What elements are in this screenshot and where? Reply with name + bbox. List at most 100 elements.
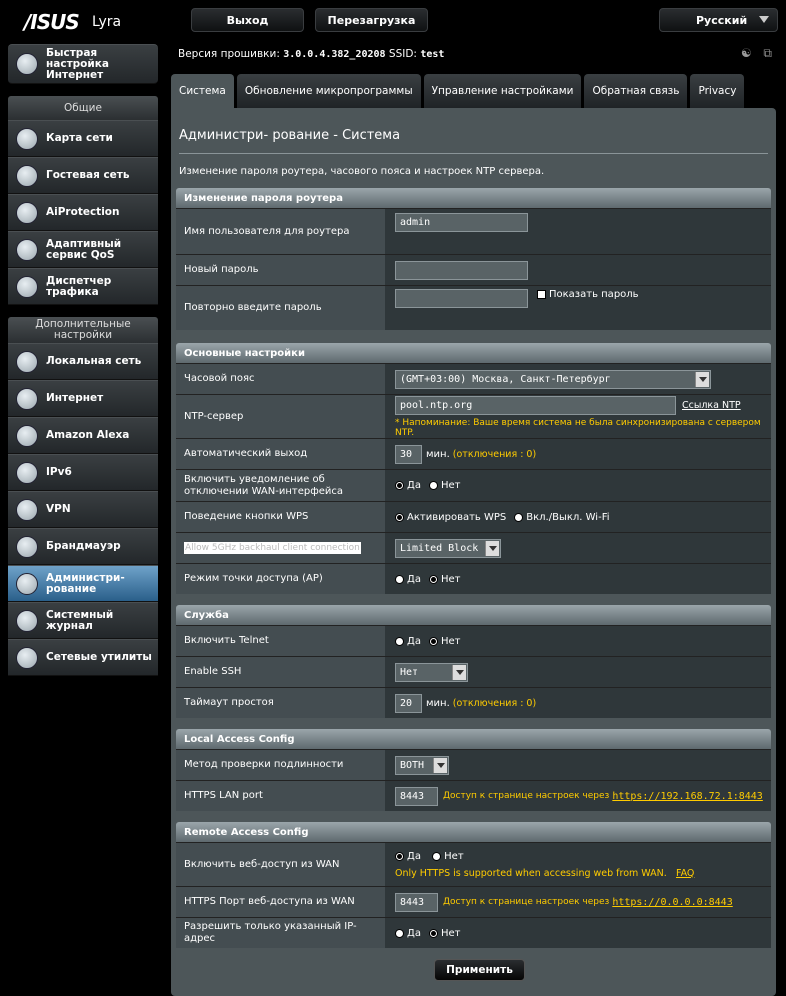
- reboot-button[interactable]: Перезагрузка: [315, 8, 428, 32]
- sidebar-item-traffic-analyzer[interactable]: Диспетчер трафика: [8, 268, 158, 305]
- chevron-down-icon: [452, 664, 466, 680]
- radio-label: Да: [407, 480, 421, 491]
- sidebar-item-label: VPN: [46, 503, 71, 515]
- show-password-label: Показать пароль: [549, 289, 639, 300]
- ap-mode-no-radio[interactable]: Нет: [428, 574, 460, 585]
- wan-port-input[interactable]: 8443: [395, 892, 438, 912]
- speedometer-icon: [16, 238, 38, 261]
- sidebar-item-firewall[interactable]: Брандмауэр: [8, 528, 158, 565]
- tab-system[interactable]: Система: [171, 74, 234, 108]
- sidebar-item-ipv6[interactable]: IPv6: [8, 454, 158, 491]
- sidebar-item-lan[interactable]: Локальная сеть: [8, 343, 158, 380]
- ip-restrict-no-radio[interactable]: Нет: [428, 928, 460, 939]
- radio-label: Нет: [440, 480, 461, 491]
- repeat-password-row: Повторно введите пароль Показать пароль: [176, 285, 771, 330]
- top-bar: /ISUS Lyra Выход Перезагрузка Русский: [0, 0, 786, 38]
- wan-access-yes-radio[interactable]: Да: [395, 851, 421, 862]
- ipv6-icon: [16, 461, 38, 484]
- show-password-checkbox[interactable]: Показать пароль: [537, 289, 639, 300]
- gauge-icon: [16, 275, 38, 298]
- new-password-label: Новый пароль: [176, 255, 385, 285]
- sidebar-item-administration[interactable]: Администри- рование: [8, 565, 158, 602]
- wan-access-label: Включить веб-доступ из WAN: [176, 843, 385, 886]
- username-input[interactable]: admin: [395, 213, 528, 232]
- timezone-select[interactable]: (GMT+03:00) Москва, Санкт-Петербург: [395, 369, 711, 389]
- https-lan-port-input[interactable]: 8443: [395, 786, 438, 806]
- faq-link[interactable]: FAQ: [676, 868, 694, 879]
- wan-notify-yes-radio[interactable]: Да: [395, 480, 421, 491]
- gear-icon: [16, 646, 38, 669]
- users-icon[interactable]: ☯: [741, 46, 752, 60]
- radio-dot[interactable]: [428, 481, 438, 490]
- sidebar-item-quick-setup[interactable]: Быстрая настройка Интернет: [8, 44, 158, 84]
- sidebar-item-system-log[interactable]: Системный журнал: [8, 602, 158, 639]
- lock-icon: [16, 201, 38, 224]
- admin-icon: [16, 572, 38, 595]
- sidebar-item-alexa[interactable]: Amazon Alexa: [8, 417, 158, 454]
- radio-dot[interactable]: [395, 481, 404, 490]
- idle-timeout-input[interactable]: 20: [395, 693, 422, 713]
- telnet-yes-radio[interactable]: Да: [395, 636, 421, 647]
- sidebar-item-internet[interactable]: Интернет: [8, 380, 158, 417]
- radio-dot[interactable]: [428, 574, 438, 584]
- ip-restrict-yes-radio[interactable]: Да: [395, 928, 421, 939]
- apply-button[interactable]: Применить: [434, 959, 525, 981]
- tab-feedback[interactable]: Обратная связь: [584, 74, 688, 108]
- sidebar-item-vpn[interactable]: VPN: [8, 491, 158, 528]
- chevron-down-icon: [695, 371, 709, 387]
- firewall-icon: [16, 535, 38, 558]
- radio-dot[interactable]: [428, 636, 438, 646]
- sidebar-section-general: Общие: [8, 96, 158, 120]
- settings-panel: Администри- рование - Система Изменение …: [171, 108, 776, 996]
- ssh-label: Enable SSH: [176, 657, 385, 687]
- language-label: Русский: [696, 13, 748, 27]
- username-row: Имя пользователя для роутера admin: [176, 208, 771, 254]
- wps-activate-radio[interactable]: Активировать WPS: [395, 512, 506, 523]
- auth-method-select[interactable]: BOTH: [395, 755, 449, 775]
- ntp-link[interactable]: Ссылка NTP: [682, 400, 741, 411]
- https-lan-link[interactable]: https://192.168.72.1:8443: [612, 791, 763, 802]
- radio-dot[interactable]: [395, 851, 404, 861]
- ap-mode-label: Режим точки доступа (AP): [176, 564, 385, 594]
- radio-dot[interactable]: [428, 928, 438, 938]
- tab-privacy[interactable]: Privacy: [690, 74, 745, 108]
- copy-icon[interactable]: ⧉: [763, 46, 772, 60]
- tab-settings-management[interactable]: Управление настройками: [423, 74, 582, 108]
- logout-button[interactable]: Выход: [191, 8, 304, 32]
- repeat-password-label: Повторно введите пароль: [176, 286, 385, 330]
- radio-dot[interactable]: [514, 512, 524, 522]
- sidebar-item-qos[interactable]: Адаптивный сервис QoS: [8, 231, 158, 268]
- wan-port-link[interactable]: https://0.0.0.0:8443: [612, 897, 732, 908]
- wan-access-no-radio[interactable]: Нет: [432, 851, 464, 862]
- main-content: Версия прошивки: 3.0.0.4.382_20208 SSID:…: [166, 38, 786, 996]
- backhaul-select[interactable]: Limited Block: [395, 538, 501, 558]
- radio-dot[interactable]: [395, 636, 404, 646]
- sidebar-item-network-tools[interactable]: Сетевые утилиты: [8, 639, 158, 676]
- ssid-value: test: [420, 49, 445, 60]
- auto-logout-input[interactable]: 30: [395, 444, 422, 464]
- ssh-select[interactable]: Нет: [395, 662, 468, 682]
- new-password-input[interactable]: [395, 260, 528, 280]
- radio-dot[interactable]: [395, 512, 404, 522]
- tab-firmware-upgrade[interactable]: Обновление микропрограммы: [236, 74, 421, 108]
- ssid-label: SSID:: [388, 48, 417, 60]
- wps-wifi-toggle-radio[interactable]: Вкл./Выкл. Wi-Fi: [514, 512, 610, 523]
- sidebar-item-label: Карта сети: [46, 132, 113, 144]
- telnet-no-radio[interactable]: Нет: [428, 636, 460, 647]
- vpn-icon: [16, 498, 38, 521]
- wan-notify-no-radio[interactable]: Нет: [428, 480, 461, 491]
- radio-dot[interactable]: [395, 574, 404, 584]
- sidebar-item-network-map[interactable]: Карта сети: [8, 120, 158, 157]
- ntp-input[interactable]: pool.ntp.org: [395, 395, 676, 415]
- sidebar-item-aiprotection[interactable]: AiProtection: [8, 194, 158, 231]
- repeat-password-input[interactable]: [395, 289, 528, 308]
- radio-dot[interactable]: [395, 928, 404, 938]
- sidebar-item-guest-network[interactable]: Гостевая сеть: [8, 157, 158, 194]
- sidebar-item-label: IPv6: [46, 466, 72, 478]
- language-select[interactable]: Русский: [659, 8, 778, 32]
- ap-mode-yes-radio[interactable]: Да: [395, 574, 421, 585]
- checkbox-box[interactable]: [537, 290, 546, 299]
- radio-label: Да: [407, 927, 421, 939]
- backhaul-row: Allow 5GHz backhaul client connection Li…: [176, 532, 771, 563]
- radio-dot[interactable]: [432, 851, 442, 861]
